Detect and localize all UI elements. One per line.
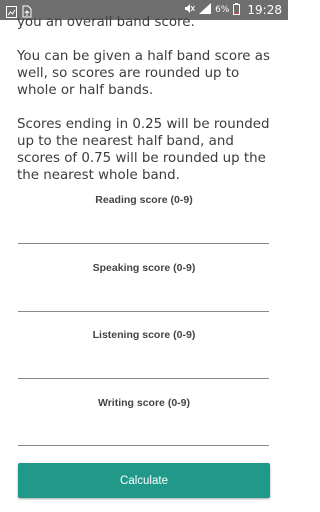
- calculate-button[interactable]: Calculate: [18, 463, 270, 498]
- reading-score-label: Reading score (0-9): [95, 194, 193, 206]
- listening-score-underline: [18, 378, 269, 379]
- reading-score-input[interactable]: [18, 221, 269, 243]
- writing-score-label: Writing score (0-9): [98, 397, 190, 409]
- writing-score-input[interactable]: [18, 423, 269, 445]
- intro-paragraph-3: Scores ending in 0.25 will be rounded up…: [17, 117, 270, 183]
- reading-score-underline: [18, 243, 269, 244]
- speaking-score-input[interactable]: [18, 289, 269, 311]
- writing-score-underline: [18, 445, 269, 446]
- listening-score-input[interactable]: [18, 356, 269, 378]
- speaking-score-underline: [18, 311, 269, 312]
- image-notification-icon: [6, 3, 17, 22]
- intro-paragraph-1: you an overall band score.: [17, 15, 195, 30]
- intro-text: you an overall band score. You can be gi…: [17, 14, 279, 201]
- listening-score-label: Listening score (0-9): [92, 329, 196, 341]
- speaking-score-label: Speaking score (0-9): [92, 262, 196, 274]
- intro-paragraph-2: You can be given a half band score as we…: [17, 49, 270, 98]
